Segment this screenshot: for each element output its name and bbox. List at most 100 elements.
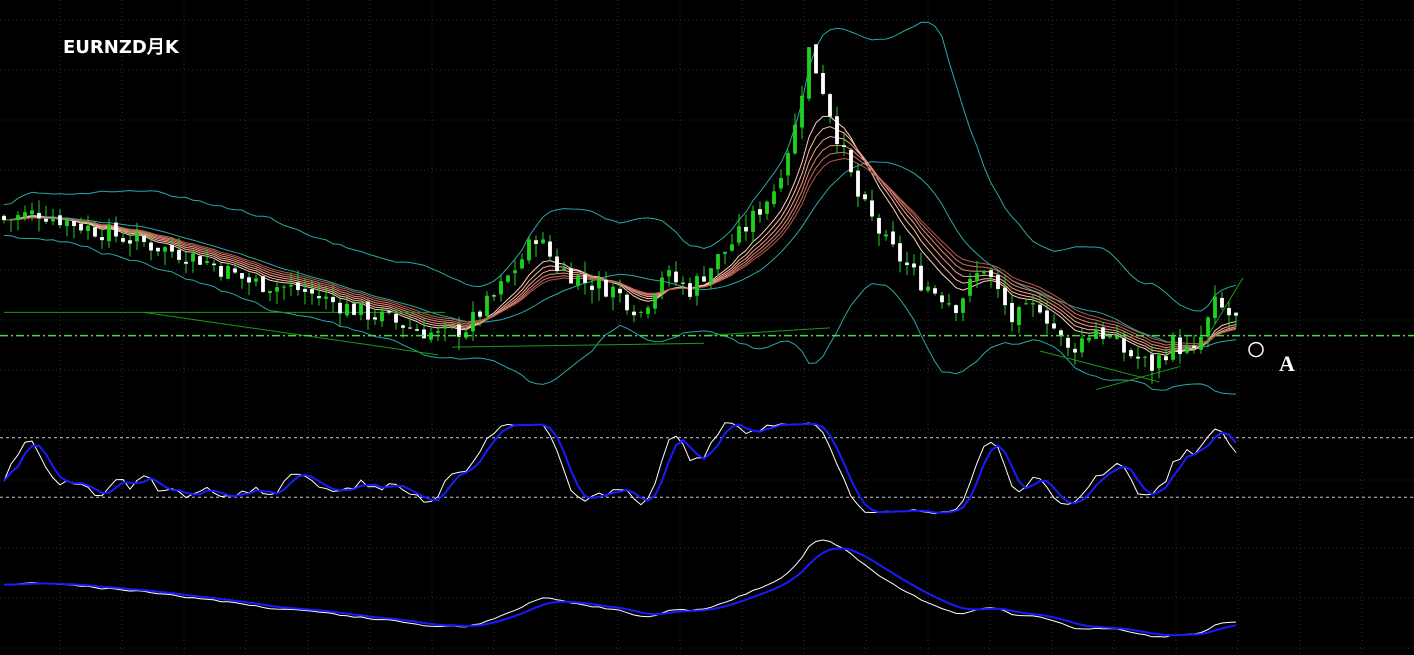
candle-body (100, 237, 104, 241)
candle-body (1017, 307, 1021, 326)
candle-body (93, 227, 97, 237)
candle-body (604, 279, 608, 297)
candle-body (1108, 336, 1112, 338)
candle-body (513, 270, 517, 274)
candle (884, 230, 888, 241)
candle (779, 169, 783, 192)
indicator-fast-line (3, 539, 1237, 638)
candle (65, 217, 69, 237)
candle-body (709, 268, 713, 283)
candle-body (1087, 337, 1091, 341)
candle (100, 227, 104, 249)
chart-grid (0, 0, 1414, 655)
candle (919, 252, 923, 292)
candle (681, 276, 685, 295)
candle-body (912, 263, 916, 268)
candle-body (268, 290, 272, 294)
candle-body (1003, 287, 1007, 306)
candle (1213, 285, 1217, 324)
candle-body (30, 210, 34, 215)
candle-body (877, 217, 881, 234)
candle-body (996, 274, 1000, 290)
candle-body (401, 325, 405, 328)
candle-body (968, 278, 972, 296)
candle (2, 214, 6, 224)
candle-body (905, 262, 909, 265)
candle (86, 215, 90, 240)
candle-body (842, 145, 846, 147)
candle-body (1227, 308, 1231, 316)
candle-body (37, 212, 41, 219)
candle (548, 234, 552, 261)
candle (1073, 343, 1077, 365)
candle (373, 309, 377, 325)
candle (695, 273, 699, 306)
candle-body (1220, 297, 1224, 308)
candle-body (681, 282, 685, 284)
candle (1024, 299, 1028, 306)
candle-body (1010, 303, 1014, 323)
candle (758, 201, 762, 223)
candle-body (548, 241, 552, 257)
trend-line (703, 327, 831, 337)
candle-body (170, 244, 174, 252)
candle-body (107, 224, 111, 242)
candle-body (247, 277, 251, 283)
candle-body (583, 274, 587, 283)
candle (1199, 325, 1203, 354)
candle (1066, 335, 1070, 357)
candle-body (1150, 354, 1154, 371)
candle-body (828, 94, 832, 117)
candle (163, 245, 167, 266)
candle-body (821, 73, 825, 94)
candle-body (989, 270, 993, 278)
candle-body (23, 212, 27, 218)
candle-body (436, 331, 440, 333)
candle-body (814, 44, 818, 74)
candle-body (702, 276, 706, 282)
candle (513, 260, 517, 286)
candle-body (863, 194, 867, 200)
candle (415, 323, 419, 332)
candle-body (982, 271, 986, 274)
candle-body (128, 240, 132, 244)
candle (1150, 345, 1154, 384)
candle-body (205, 261, 209, 263)
candle-body (975, 273, 979, 281)
candle-body (646, 307, 650, 314)
candle-body (1136, 356, 1140, 359)
candle (674, 261, 678, 286)
candle-body (296, 282, 300, 291)
candle (814, 44, 818, 74)
candle (9, 218, 13, 232)
candle-body (660, 277, 664, 293)
candle-body (1213, 296, 1217, 319)
candle-body (758, 209, 762, 215)
stoch-k-line (3, 422, 1237, 515)
candle-body (849, 149, 853, 173)
candle-body (688, 283, 692, 297)
candle-body (191, 253, 195, 262)
candle (891, 221, 895, 248)
candle (961, 297, 965, 322)
candle (905, 251, 909, 276)
candle-body (1059, 330, 1063, 335)
candle (1115, 324, 1119, 340)
candle (16, 211, 20, 231)
candle (912, 254, 916, 276)
candle (639, 310, 643, 318)
candle-body (632, 311, 636, 316)
candle-body (716, 254, 720, 270)
candle (744, 214, 748, 241)
candle-body (2, 215, 6, 221)
candle-body (1066, 337, 1070, 348)
candle-body (352, 303, 356, 315)
candle-body (331, 296, 335, 303)
candle (1192, 334, 1196, 354)
candle (772, 184, 776, 208)
trend-lines (4, 277, 1244, 391)
candle-body (44, 218, 48, 222)
candle-body (65, 220, 69, 227)
candle-body (79, 223, 83, 231)
candle-body (289, 285, 293, 287)
